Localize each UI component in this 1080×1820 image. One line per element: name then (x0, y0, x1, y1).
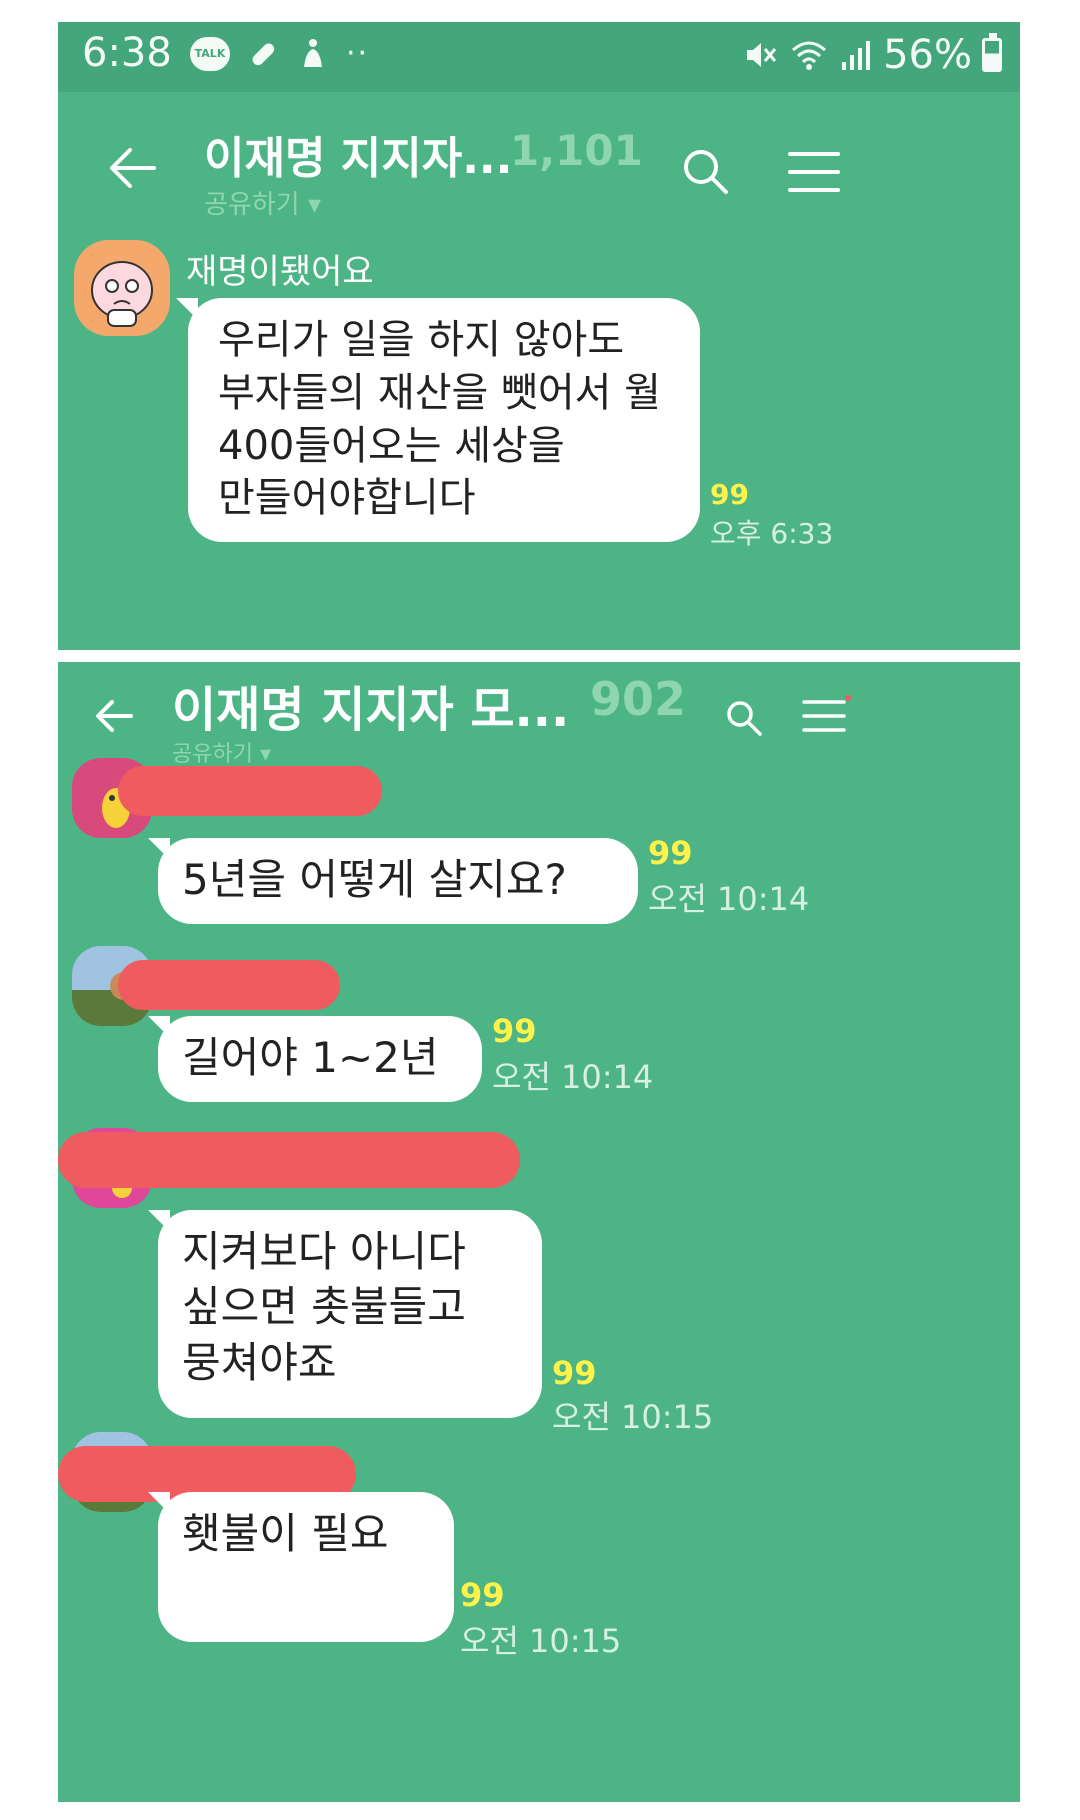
message-line: 만들어야합니다 (218, 475, 476, 522)
message-line: 길어야 1~2년 (182, 1033, 439, 1082)
battery-percent: 56% (883, 32, 972, 78)
redaction-mark (58, 1132, 520, 1188)
chat-panel-2: 이재명 지지자 모... 902 공유하기 ▾ 5년을 어떻게 살지요? 99 (58, 662, 1020, 1802)
more-notifications-icon: ·· (346, 36, 370, 71)
share-dropdown[interactable]: 공유하기 ▾ (204, 184, 321, 221)
back-arrow-icon[interactable] (108, 146, 158, 190)
battery-icon (982, 33, 1002, 72)
message-time: 오전 10:15 (460, 1622, 622, 1660)
unread-count: 99 (648, 834, 693, 872)
search-icon[interactable] (724, 698, 764, 738)
chat-panel-1: 6:38 TALK ·· 56% 이재명 지지자... 1,101 공유하기 ▾… (58, 22, 1020, 650)
message-time: 오전 10:14 (648, 880, 810, 918)
sender-name: 재명이됐어요 (186, 252, 374, 292)
message-line: 횃불이 필요 (182, 1509, 389, 1558)
message-line: 우리가 일을 하지 않아도 (218, 317, 625, 363)
system-icons: 56% (743, 32, 1002, 78)
member-count: 1,101 (510, 126, 643, 175)
share-label: 공유하기 (172, 742, 253, 767)
unread-count: 99 (552, 1354, 597, 1392)
message-bubble[interactable]: 지켜보다 아니다 싶으면 촛불들고 뭉쳐야죠 (158, 1210, 542, 1418)
back-arrow-icon[interactable] (94, 698, 134, 734)
redaction-mark (118, 960, 340, 1010)
message-line: 싶으면 촛불들고 (182, 1282, 466, 1332)
panel-divider (58, 650, 1020, 662)
dropdown-caret-icon: ▾ (259, 742, 272, 767)
message-bubble[interactable]: 우리가 일을 하지 않아도 부자들의 재산을 뺏어서 월 400들어오는 세상을… (188, 298, 700, 542)
message-line: 뭉쳐야죠 (182, 1337, 337, 1387)
screenshot-frame: 6:38 TALK ·· 56% 이재명 지지자... 1,101 공유하기 ▾… (58, 22, 1020, 1802)
message-bubble[interactable]: 길어야 1~2년 (158, 1016, 482, 1102)
dropdown-caret-icon: ▾ (307, 190, 322, 220)
pill-icon (252, 43, 275, 65)
message-time: 오후 6:33 (710, 517, 834, 550)
message-bubble[interactable]: 횃불이 필요 (158, 1492, 454, 1642)
mute-icon (747, 43, 777, 67)
wifi-icon (792, 41, 827, 70)
message-line: 지켜보다 아니다 (182, 1227, 466, 1276)
peach-character-icon (91, 261, 153, 327)
notification-icons: TALK ·· (190, 36, 369, 71)
unread-count: 99 (492, 1012, 537, 1050)
kakaotalk-icon: TALK (190, 36, 230, 71)
menu-icon[interactable] (786, 150, 842, 194)
message-line: 5년을 어떻게 살지요? (182, 855, 567, 904)
search-icon[interactable] (680, 146, 732, 198)
share-label: 공유하기 (204, 190, 300, 220)
chat-header-2: 이재명 지지자 모... 902 공유하기 ▾ (58, 662, 1020, 782)
message-time: 오전 10:14 (492, 1058, 654, 1096)
status-bar: 6:38 TALK ·· 56% (58, 22, 1020, 92)
redaction-mark (118, 766, 382, 816)
signal-icon (842, 41, 871, 70)
unread-count: 99 (710, 478, 749, 511)
message-line: 부자들의 재산을 뺏어서 월 (218, 369, 661, 416)
member-count: 902 (590, 672, 687, 726)
sender-avatar[interactable] (74, 240, 170, 336)
chat-room-title[interactable]: 이재명 지지자 모... (172, 670, 569, 740)
chat-header-1: 이재명 지지자... 1,101 공유하기 ▾ (58, 92, 1020, 242)
menu-icon[interactable] (800, 694, 852, 738)
status-time: 6:38 (82, 30, 172, 76)
message-time: 오전 10:15 (552, 1398, 714, 1436)
unread-count: 99 (460, 1576, 505, 1614)
chat-room-title[interactable]: 이재명 지지자... (204, 122, 512, 186)
accessibility-icon (304, 38, 322, 67)
message-bubble[interactable]: 5년을 어떻게 살지요? (158, 838, 638, 924)
message-line: 400들어오는 세상을 (218, 422, 565, 469)
share-dropdown[interactable]: 공유하기 ▾ (172, 736, 271, 768)
